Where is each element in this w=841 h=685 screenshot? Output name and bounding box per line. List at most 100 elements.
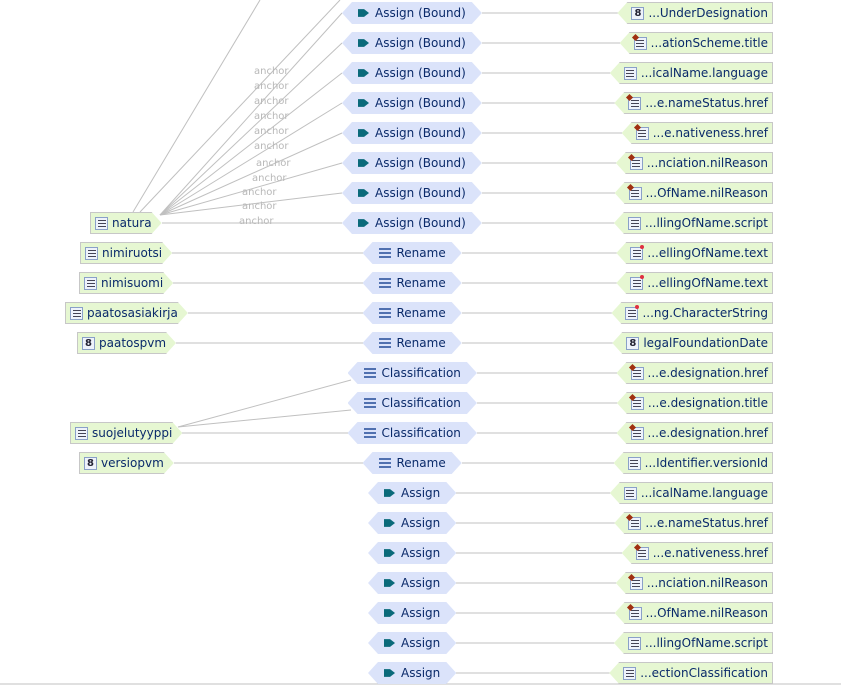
reference-list-icon xyxy=(628,606,642,620)
reference-list-icon xyxy=(629,156,643,170)
node-label: ...ng.CharacterString xyxy=(642,306,768,320)
target-node[interactable]: ...ellingOfName.text xyxy=(616,272,773,294)
source-node[interactable]: 8 versiopvm xyxy=(79,452,174,474)
function-node[interactable]: Assign (Bound) xyxy=(342,92,482,114)
node-label: ...nciation.nilReason xyxy=(646,156,768,170)
function-node[interactable]: Assign xyxy=(368,602,456,624)
node-label: ...e.nameStatus.href xyxy=(645,516,768,530)
target-node[interactable]: ...OfName.nilReason xyxy=(614,602,773,624)
function-node[interactable]: Assign (Bound) xyxy=(342,2,482,24)
connector-line xyxy=(177,409,352,428)
function-node[interactable]: Assign xyxy=(368,512,456,534)
node-label: ...llingOfName.script xyxy=(645,636,768,650)
node-label: ...Identifier.versionId xyxy=(644,456,768,470)
target-node[interactable]: ...e.designation.title xyxy=(616,392,773,414)
function-node[interactable]: Assign (Bound) xyxy=(342,212,482,234)
source-node[interactable]: natura xyxy=(90,212,162,234)
target-node[interactable]: ...llingOfName.script xyxy=(614,212,773,234)
function-node[interactable]: Rename xyxy=(363,242,462,264)
node-label: ...ationScheme.title xyxy=(650,36,768,50)
required-list-icon xyxy=(630,244,645,260)
function-node[interactable]: Classification xyxy=(348,392,477,414)
function-node[interactable]: Assign (Bound) xyxy=(342,152,482,174)
node-label: Assign xyxy=(401,516,441,530)
node-label: Assign (Bound) xyxy=(375,96,466,110)
target-node[interactable]: 8 legalFoundationDate xyxy=(612,332,773,354)
function-node[interactable]: Rename xyxy=(363,272,462,294)
assign-icon xyxy=(384,638,395,649)
reference-list-icon xyxy=(629,576,643,590)
function-node[interactable]: Classification xyxy=(348,362,477,384)
assign-icon xyxy=(358,38,369,49)
source-node[interactable]: nimiruotsi xyxy=(80,242,172,264)
list-icon xyxy=(75,427,88,440)
anchor-label: anchor xyxy=(242,201,277,212)
source-node[interactable]: suojelutyyppi xyxy=(70,422,182,444)
anchor-line xyxy=(139,0,341,213)
function-node[interactable]: Assign xyxy=(368,572,456,594)
node-label: Assign (Bound) xyxy=(375,156,466,170)
list-icon xyxy=(85,247,98,260)
function-node[interactable]: Assign (Bound) xyxy=(342,182,482,204)
target-node[interactable]: ...ationScheme.title xyxy=(619,32,773,54)
reference-list-icon xyxy=(630,426,644,440)
node-label: legalFoundationDate xyxy=(643,336,768,350)
node-label: Assign (Bound) xyxy=(375,36,466,50)
assign-icon xyxy=(384,488,395,499)
rename-icon xyxy=(379,458,391,469)
target-node[interactable]: ...OfName.nilReason xyxy=(614,182,773,204)
function-node[interactable]: Rename xyxy=(363,332,462,354)
function-node[interactable]: Classification xyxy=(348,422,477,444)
target-node[interactable]: ...ellingOfName.text xyxy=(616,242,773,264)
function-node[interactable]: Assign xyxy=(368,632,456,654)
anchor-label: anchor xyxy=(254,81,289,92)
function-node[interactable]: Assign xyxy=(368,662,456,684)
target-node[interactable]: ...ng.CharacterString xyxy=(611,302,773,324)
list-icon xyxy=(628,636,641,650)
node-label: paatospvm xyxy=(99,336,167,350)
assign-icon xyxy=(358,68,369,79)
target-node[interactable]: ...e.designation.href xyxy=(616,422,773,444)
node-label: nimisuomi xyxy=(101,276,164,290)
target-node[interactable]: ...e.designation.href xyxy=(616,362,773,384)
source-node[interactable]: nimisuomi xyxy=(79,272,173,294)
target-node[interactable]: ...e.nameStatus.href xyxy=(614,92,773,114)
function-node[interactable]: Assign xyxy=(368,482,456,504)
target-node[interactable]: ...icalName.language xyxy=(609,62,773,84)
function-node[interactable]: Assign (Bound) xyxy=(342,62,482,84)
target-node[interactable]: ...e.nativeness.href xyxy=(621,122,773,144)
node-label: Assign (Bound) xyxy=(375,186,466,200)
function-node[interactable]: Rename xyxy=(363,452,462,474)
reference-list-icon xyxy=(635,126,649,140)
target-node[interactable]: 8 ...UnderDesignation xyxy=(617,2,773,24)
target-node[interactable]: ...llingOfName.script xyxy=(614,632,773,654)
source-node[interactable]: 8 paatospvm xyxy=(77,332,176,354)
target-node[interactable]: ...e.nameStatus.href xyxy=(614,512,773,534)
node-label: Rename xyxy=(396,306,446,320)
function-node[interactable]: Assign (Bound) xyxy=(342,122,482,144)
node-label: Rename xyxy=(396,276,446,290)
node-label: Assign (Bound) xyxy=(375,66,466,80)
node-label: Rename xyxy=(396,336,446,350)
function-node[interactable]: Rename xyxy=(363,302,462,324)
source-node[interactable]: paatosasiakirja xyxy=(65,302,188,324)
node-label: Assign (Bound) xyxy=(375,126,466,140)
target-node[interactable]: ...nciation.nilReason xyxy=(615,152,773,174)
classification-icon xyxy=(364,398,376,409)
number-icon: 8 xyxy=(626,336,640,350)
target-node[interactable]: ...ectionClassification xyxy=(609,662,773,684)
assign-icon xyxy=(384,548,395,559)
rename-icon xyxy=(379,308,391,319)
target-node[interactable]: ...nciation.nilReason xyxy=(615,572,773,594)
assign-icon xyxy=(358,128,369,139)
anchor-line xyxy=(159,12,343,216)
reference-list-icon xyxy=(633,36,647,50)
target-node[interactable]: ...Identifier.versionId xyxy=(613,452,773,474)
list-icon xyxy=(627,456,641,470)
function-node[interactable]: Assign (Bound) xyxy=(342,32,482,54)
function-node[interactable]: Assign xyxy=(368,542,456,564)
assign-icon xyxy=(384,518,395,529)
assign-icon xyxy=(384,608,395,619)
target-node[interactable]: ...icalName.language xyxy=(609,482,773,504)
target-node[interactable]: ...e.nativeness.href xyxy=(621,542,773,564)
